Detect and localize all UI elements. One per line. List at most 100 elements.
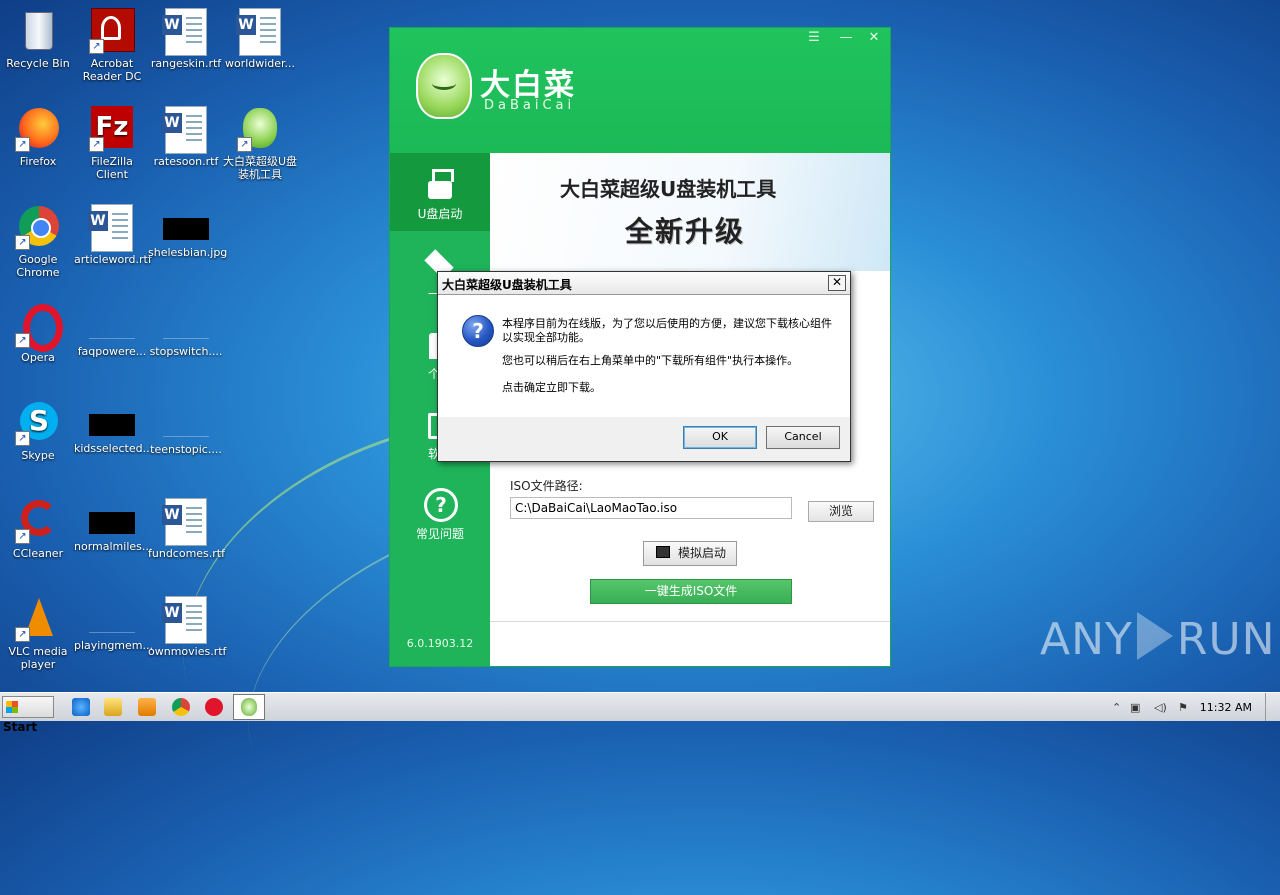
ie-icon[interactable]	[72, 698, 90, 716]
banner-title: 大白菜超级U盘装机工具	[560, 177, 777, 201]
show-desktop-button[interactable]	[1265, 693, 1280, 721]
windows-logo-icon	[6, 701, 18, 713]
dabaicai-cabbage-icon	[241, 698, 257, 716]
desktop-icon-teenstopic[interactable]: teenstopic....	[148, 400, 224, 456]
taskbar-clock[interactable]: 11:32 AM	[1200, 701, 1252, 714]
dialog-message-1: 本程序目前为在线版，为了您以后使用的方便，建议您下载核心组件以实现全部功能。	[502, 317, 832, 344]
dialog-title: 大白菜超级U盘装机工具	[442, 278, 572, 292]
desktop-icon-playingmem[interactable]: playingmem...	[74, 596, 153, 652]
desktop-icon-ccleaner[interactable]: ↗ CCleaner	[0, 498, 76, 560]
file-thumbnail	[163, 414, 209, 437]
media-player-icon[interactable]	[138, 698, 156, 716]
file-thumbnail	[89, 610, 135, 633]
desktop-icon-stopswitch[interactable]: stopswitch....	[148, 302, 224, 358]
close-icon[interactable]: ✕	[828, 275, 846, 291]
dabaicai-cabbage-icon: ↗	[237, 106, 283, 152]
network-icon[interactable]: ▣	[1130, 701, 1140, 714]
opera-icon[interactable]	[205, 698, 223, 716]
volume-icon[interactable]: ◁)	[1154, 701, 1167, 714]
menu-icon[interactable]: ☰	[804, 30, 824, 45]
dialog-body: ? 本程序目前为在线版，为了您以后使用的方便，建议您下载核心组件以实现全部功能。…	[438, 295, 850, 417]
desktop-icon-ownmovies[interactable]: W ownmovies.rtf	[148, 596, 226, 658]
anyrun-watermark: ANY RUN	[1040, 612, 1276, 665]
desktop-icon-vlc[interactable]: ↗ VLC media player	[0, 596, 76, 671]
desktop-icon-dabaicai[interactable]: ↗ 大白菜超级U盘装机工具	[222, 106, 298, 181]
app-header: 大白菜 DaBaiCai ☰ — ✕	[390, 28, 890, 153]
word-doc-icon: W	[162, 596, 209, 644]
desktop-icon-fundcomes[interactable]: W fundcomes.rtf	[148, 498, 225, 560]
desktop-icon-recycle-bin[interactable]: Recycle Bin	[0, 8, 76, 70]
filezilla-icon: Fz ↗	[89, 106, 135, 152]
word-doc-icon: W	[162, 8, 209, 56]
word-doc-icon: W	[236, 8, 283, 56]
file-thumbnail	[163, 316, 209, 339]
taskbar: Start ⌃ ▣ ◁) ⚑ 11:32 AM	[0, 692, 1280, 734]
file-thumbnail	[163, 218, 209, 240]
desktop-icon-worldwider[interactable]: W worldwider...	[222, 8, 298, 70]
desktop-icon-filezilla[interactable]: Fz ↗ FileZilla Client	[74, 106, 150, 181]
acrobat-icon: ↗	[89, 8, 135, 54]
desktop-icon-shelesbian[interactable]: shelesbian.jpg	[148, 204, 227, 259]
iso-path-input[interactable]	[510, 497, 792, 519]
iso-path-label: ISO文件路径:	[510, 479, 583, 493]
start-button[interactable]: Start	[2, 696, 54, 734]
sidebar-item-usb-boot[interactable]: U盘启动	[390, 153, 490, 231]
simulate-boot-label: 模拟启动	[678, 546, 727, 560]
word-doc-icon: W	[162, 106, 209, 154]
divider	[490, 621, 890, 622]
banner-subtitle: 全新升级	[625, 215, 746, 248]
tray-expand-icon[interactable]: ⌃	[1112, 701, 1121, 714]
start-label: Start	[3, 720, 38, 734]
desktop-icon-rangeskin[interactable]: W rangeskin.rtf	[148, 8, 224, 70]
desktop-icon-chrome[interactable]: ↗ Google Chrome	[0, 204, 76, 279]
opera-icon: ↗	[15, 302, 63, 352]
cancel-button[interactable]: Cancel	[766, 426, 840, 449]
watermark-left: ANY	[1040, 614, 1133, 665]
skype-icon: S ↗	[15, 400, 61, 446]
action-center-flag-icon[interactable]: ⚑	[1178, 701, 1188, 714]
download-prompt-dialog: 大白菜超级U盘装机工具 ✕ ? 本程序目前为在线版，为了您以后使用的方便，建议您…	[437, 271, 851, 462]
desktop-icon-acrobat[interactable]: ↗ Acrobat Reader DC	[74, 8, 150, 83]
dialog-titlebar: 大白菜超级U盘装机工具 ✕	[438, 272, 850, 295]
chrome-icon: ↗	[15, 204, 61, 250]
watermark-right: RUN	[1176, 614, 1276, 665]
sidebar-item-label: 常见问题	[415, 527, 464, 541]
generate-iso-button[interactable]: 一键生成ISO文件	[590, 579, 792, 604]
vlc-icon: ↗	[15, 596, 61, 642]
file-thumbnail	[89, 512, 135, 534]
desktop-icon-faqpowere[interactable]: faqpowere...	[74, 302, 150, 358]
desktop-icon-normalmiles[interactable]: normalmiles...	[74, 498, 152, 553]
recycle-bin-icon	[15, 8, 61, 54]
taskbar-dabaicai-button[interactable]	[233, 694, 265, 720]
desktop-icon-articleword[interactable]: W articleword.rtf	[74, 204, 152, 266]
desktop-icon-skype[interactable]: S ↗ Skype	[0, 400, 76, 462]
sidebar-item-label: U盘启动	[417, 207, 463, 221]
browse-button[interactable]: 浏览	[808, 501, 874, 522]
word-doc-icon: W	[162, 498, 209, 546]
explorer-icon[interactable]	[104, 698, 122, 716]
usb-icon	[423, 167, 457, 201]
file-thumbnail	[89, 316, 135, 339]
close-icon[interactable]: ✕	[864, 30, 884, 45]
desktop-icon-opera[interactable]: ↗ Opera	[0, 302, 76, 364]
chrome-icon[interactable]	[172, 698, 190, 716]
upgrade-banner: 大白菜超级U盘装机工具 全新升级	[490, 153, 890, 271]
version-label: 6.0.1903.12	[406, 637, 474, 650]
firefox-icon: ↗	[15, 106, 61, 152]
desktop-icon-ratesoon[interactable]: W ratesoon.rtf	[148, 106, 224, 168]
file-thumbnail	[89, 414, 135, 436]
ccleaner-icon: ↗	[15, 498, 61, 544]
monitor-icon	[656, 546, 670, 558]
desktop-icon-kidsselected[interactable]: kidsselected...	[74, 400, 153, 455]
desktop-icon-firefox[interactable]: ↗ Firefox	[0, 106, 76, 168]
minimize-icon[interactable]: —	[836, 30, 856, 45]
sidebar-item-faq[interactable]: ? 常见问题	[390, 473, 490, 551]
brand-subtitle: DaBaiCai	[484, 98, 576, 113]
simulate-boot-button[interactable]: 模拟启动	[643, 541, 737, 566]
ok-button[interactable]: OK	[683, 426, 757, 449]
play-icon	[1136, 612, 1173, 660]
question-icon: ?	[423, 487, 458, 522]
dialog-message-3: 点击确定立即下载。	[502, 381, 601, 394]
cabbage-logo-icon	[416, 53, 472, 119]
word-doc-icon: W	[88, 204, 135, 252]
